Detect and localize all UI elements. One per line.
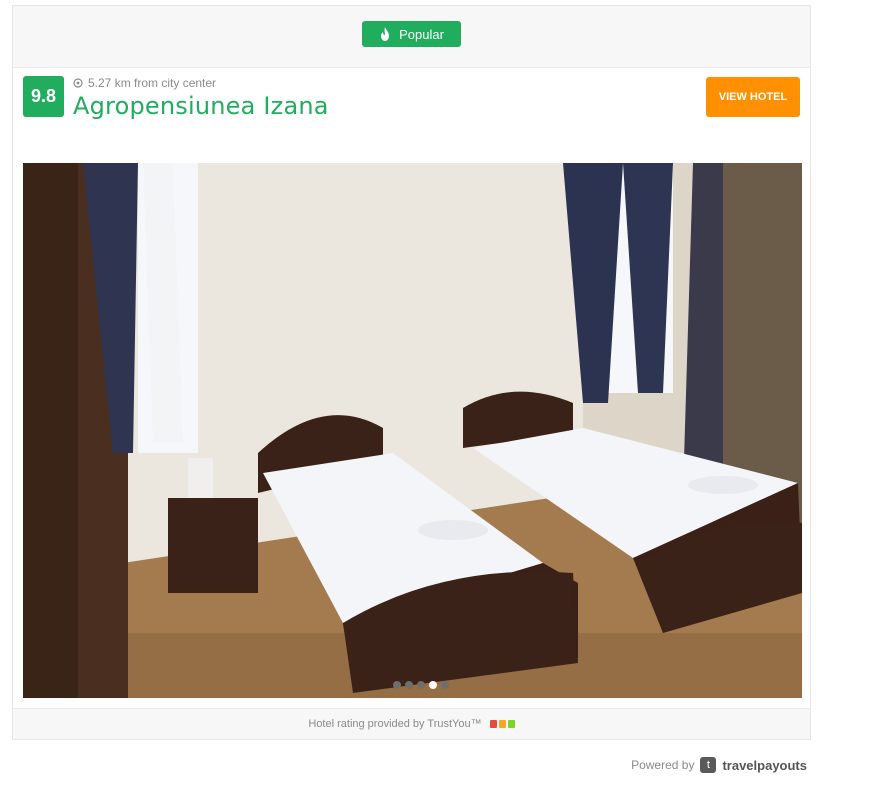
distance-text: 5.27 km from city center [88,76,217,90]
carousel-dot-active[interactable] [429,681,437,689]
carousel-dot[interactable] [441,681,449,689]
rating-provider-text: Hotel rating provided by TrustYou™ [308,718,482,730]
rating-score: 9.8 [23,76,64,117]
powered-label: Powered by [631,758,695,772]
hotel-card: Popular 9.8 5.27 km from city center Agr… [12,5,811,740]
powered-by[interactable]: Powered by t travelpayouts [631,757,807,773]
travelpayouts-logo-icon: t [700,757,717,773]
room-image [23,163,802,698]
view-hotel-button[interactable]: VIEW HOTEL [706,77,800,117]
trustyou-rating-bars [489,720,515,728]
carousel-dot[interactable] [417,681,425,689]
bar-red [489,720,497,728]
popular-badge: Popular [362,21,461,47]
flame-icon [381,27,390,41]
bar-orange [498,720,506,728]
travelpayouts-brand: travelpayouts [722,757,807,773]
hotel-photo[interactable] [23,163,802,698]
distance-info: 5.27 km from city center [73,76,216,90]
carousel-dot[interactable] [405,681,413,689]
popular-label: Popular [399,26,444,42]
card-header: Popular [13,6,810,68]
bar-green [507,720,515,728]
card-footer: Hotel rating provided by TrustYou™ [13,708,810,739]
hotel-name[interactable]: Agropensiunea Izana [73,92,329,120]
carousel-dots [393,681,449,689]
location-icon [73,78,83,88]
carousel-dot[interactable] [393,681,401,689]
